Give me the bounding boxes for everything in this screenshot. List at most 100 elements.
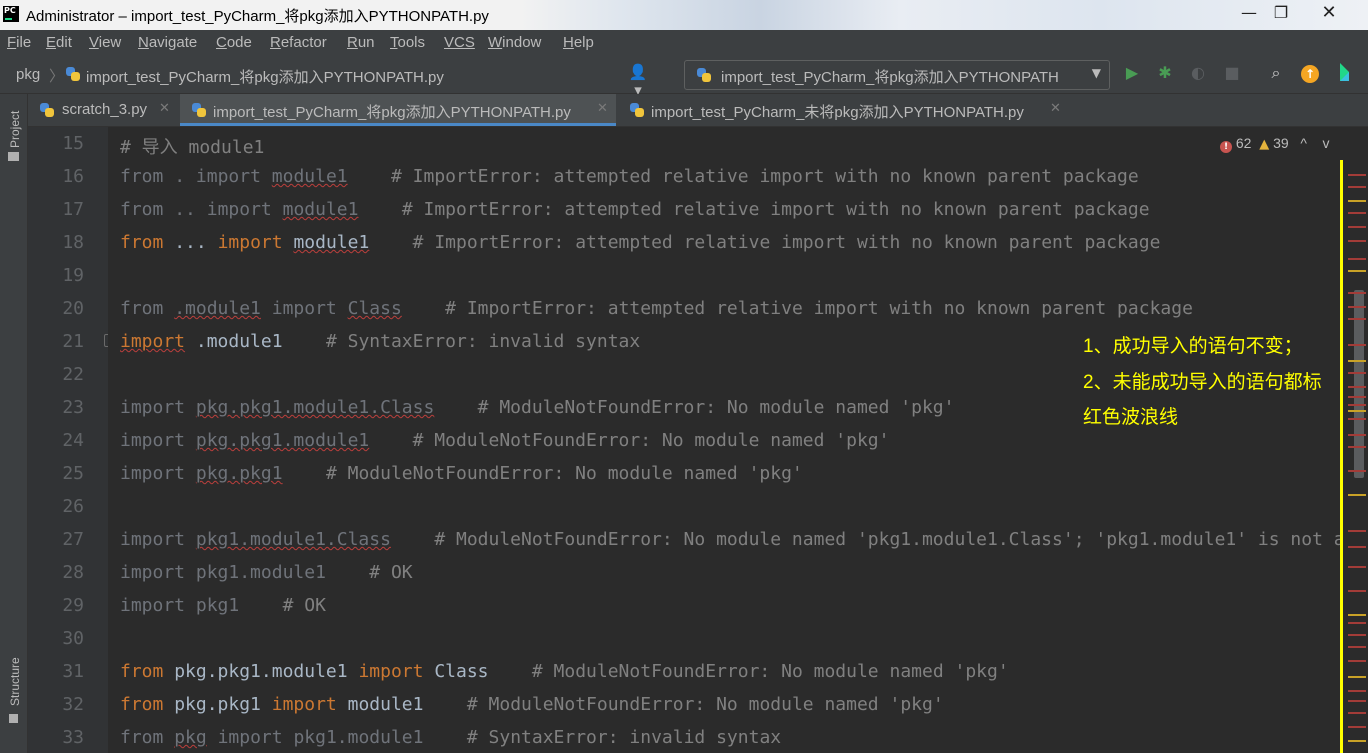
error-stripe-mark[interactable] (1348, 530, 1366, 532)
code-line: from pkg.pkg1 import module1 # ModuleNot… (120, 694, 944, 715)
tab-import-test-with-pythonpath[interactable]: import_test_PyCharm_将pkg添加入PYTHONPATH.py… (180, 94, 616, 126)
breadcrumb-root[interactable]: pkg (16, 66, 40, 83)
warning-icon: ▲ (1259, 137, 1270, 152)
line-number: 27 (62, 529, 84, 550)
run-icon[interactable]: ▶ (1122, 63, 1142, 83)
error-stripe-mark[interactable] (1348, 344, 1366, 346)
run-configuration-label: import_test_PyCharm_将pkg添加入PYTHONPATH (721, 69, 1059, 86)
menu-view[interactable]: View (89, 34, 121, 51)
line-number: 23 (62, 397, 84, 418)
navigation-bar: pkg 〉 import_test_PyCharm_将pkg添加入PYTHONP… (0, 56, 1368, 99)
error-stripe-mark[interactable] (1348, 226, 1366, 228)
menu-window[interactable]: Window (488, 34, 541, 51)
search-icon[interactable]: ⌕ (1266, 63, 1286, 83)
error-stripe-mark[interactable] (1348, 446, 1366, 448)
user-icon[interactable]: 👤▾ (628, 63, 648, 99)
line-number: 22 (62, 364, 84, 385)
menu-code[interactable]: Code (216, 34, 252, 51)
error-stripe-mark[interactable] (1348, 700, 1366, 702)
previous-highlight-icon[interactable]: ^ (1300, 135, 1307, 151)
error-stripe-mark[interactable] (1348, 410, 1366, 412)
line-number: 26 (62, 496, 84, 517)
error-stripe-mark[interactable] (1348, 546, 1366, 548)
line-number: 24 (62, 430, 84, 451)
error-stripe-mark[interactable] (1348, 396, 1366, 398)
line-number: 32 (62, 694, 84, 715)
error-stripe-mark[interactable] (1348, 306, 1366, 308)
menu-run[interactable]: Run (347, 34, 375, 51)
error-stripe-mark[interactable] (1348, 174, 1366, 176)
error-stripe-mark[interactable] (1348, 590, 1366, 592)
breadcrumb-file[interactable]: import_test_PyCharm_将pkg添加入PYTHONPATH.py (86, 66, 444, 87)
error-stripe-mark[interactable] (1348, 318, 1366, 320)
error-stripe-mark[interactable] (1348, 270, 1366, 272)
error-stripe-mark[interactable] (1348, 434, 1366, 436)
close-tab-icon[interactable]: ✕ (597, 101, 608, 116)
error-stripe-mark[interactable] (1348, 360, 1366, 362)
error-stripe-mark[interactable] (1348, 292, 1366, 294)
next-highlight-icon[interactable]: v (1323, 135, 1330, 151)
menu-refactor[interactable]: Refactor (270, 34, 327, 51)
error-stripe-mark[interactable] (1348, 404, 1366, 406)
error-stripe-mark[interactable] (1348, 418, 1366, 420)
menu-bar: File Edit View Navigate Code Refactor Ru… (0, 30, 1368, 56)
jetbrains-toolbox-icon[interactable] (1334, 63, 1354, 83)
editor-gutter[interactable]: 15 16 17 18 19 20 21 22 23 24 25 26 27 2… (28, 127, 108, 753)
tab-label: import_test_PyCharm_将pkg添加入PYTHONPATH.py (213, 104, 571, 121)
menu-tools[interactable]: Tools (390, 34, 425, 51)
code-line: import pkg1.module1.Class # ModuleNotFou… (120, 529, 1340, 550)
code-line: import pkg.pkg1 # ModuleNotFoundError: N… (120, 463, 803, 484)
code-line: import pkg.pkg1.module1.Class # ModuleNo… (120, 397, 955, 418)
menu-file[interactable]: File (7, 34, 31, 51)
coverage-icon[interactable]: ◐ (1188, 63, 1208, 83)
error-stripe-mark[interactable] (1348, 212, 1366, 214)
menu-edit[interactable]: Edit (46, 34, 72, 51)
error-stripe-mark[interactable] (1348, 186, 1366, 188)
error-stripe-mark[interactable] (1348, 676, 1366, 678)
error-stripe-mark[interactable] (1348, 634, 1366, 636)
pycharm-app-icon: PC (3, 6, 19, 22)
close-window-button[interactable]: ✕ (1306, 0, 1352, 26)
error-stripe-mark[interactable] (1348, 494, 1366, 496)
error-stripe-mark[interactable] (1348, 726, 1366, 728)
stop-icon[interactable]: ■ (1222, 63, 1242, 83)
menu-vcs[interactable]: VCS (444, 34, 475, 51)
error-stripe-mark[interactable] (1348, 470, 1366, 472)
menu-navigate[interactable]: Navigate (138, 34, 197, 51)
error-stripe-mark[interactable] (1348, 646, 1366, 648)
tab-import-test-without-pythonpath[interactable]: import_test_PyCharm_未将pkg添加入PYTHONPATH.p… (618, 94, 1068, 126)
code-editor[interactable]: # 导入 module1 from . import module1 # Impo… (108, 127, 1340, 753)
error-stripe-mark[interactable] (1348, 372, 1366, 374)
error-stripe-mark[interactable] (1348, 614, 1366, 616)
error-stripe-mark[interactable] (1348, 240, 1366, 242)
error-stripe-mark[interactable] (1348, 566, 1366, 568)
debug-icon[interactable]: ✱ (1155, 63, 1175, 83)
close-tab-icon[interactable]: ✕ (1050, 101, 1061, 116)
line-number: 19 (62, 265, 84, 286)
run-configuration-dropdown[interactable]: import_test_PyCharm_将pkg添加入PYTHONPATH ▼ (684, 60, 1110, 90)
error-stripe-mark[interactable] (1348, 622, 1366, 624)
error-stripe-mark[interactable] (1348, 740, 1366, 742)
error-stripe-mark[interactable] (1348, 200, 1366, 202)
update-icon[interactable]: ↑ (1300, 63, 1320, 83)
error-stripe-mark[interactable] (1348, 258, 1366, 260)
inspection-widget[interactable]: ! 62 ▲ 39 ^ v (1220, 135, 1330, 155)
error-stripe-mark[interactable] (1348, 712, 1366, 714)
code-line: from . import module1 # ImportError: att… (120, 166, 1139, 187)
line-number: 28 (62, 562, 84, 583)
error-stripe-mark[interactable] (1348, 660, 1366, 662)
error-stripe-mark[interactable] (1348, 386, 1366, 388)
project-tool-button[interactable]: Project (8, 111, 22, 148)
code-line: import pkg1 # OK (120, 595, 326, 616)
structure-tool-button[interactable]: Structure (8, 657, 22, 706)
maximize-button[interactable]: ❐ (1258, 0, 1304, 26)
menu-help[interactable]: Help (563, 34, 594, 51)
breadcrumb-separator: 〉 (49, 67, 65, 85)
line-number: 18 (62, 232, 84, 253)
close-tab-icon[interactable]: ✕ (159, 101, 170, 116)
line-number: 16 (62, 166, 84, 187)
error-stripe-mark[interactable] (1348, 690, 1366, 692)
folder-icon (8, 152, 19, 161)
code-line: # 导入 module1 (120, 137, 265, 158)
tab-scratch-3[interactable]: scratch_3.py ✕ (28, 94, 178, 126)
